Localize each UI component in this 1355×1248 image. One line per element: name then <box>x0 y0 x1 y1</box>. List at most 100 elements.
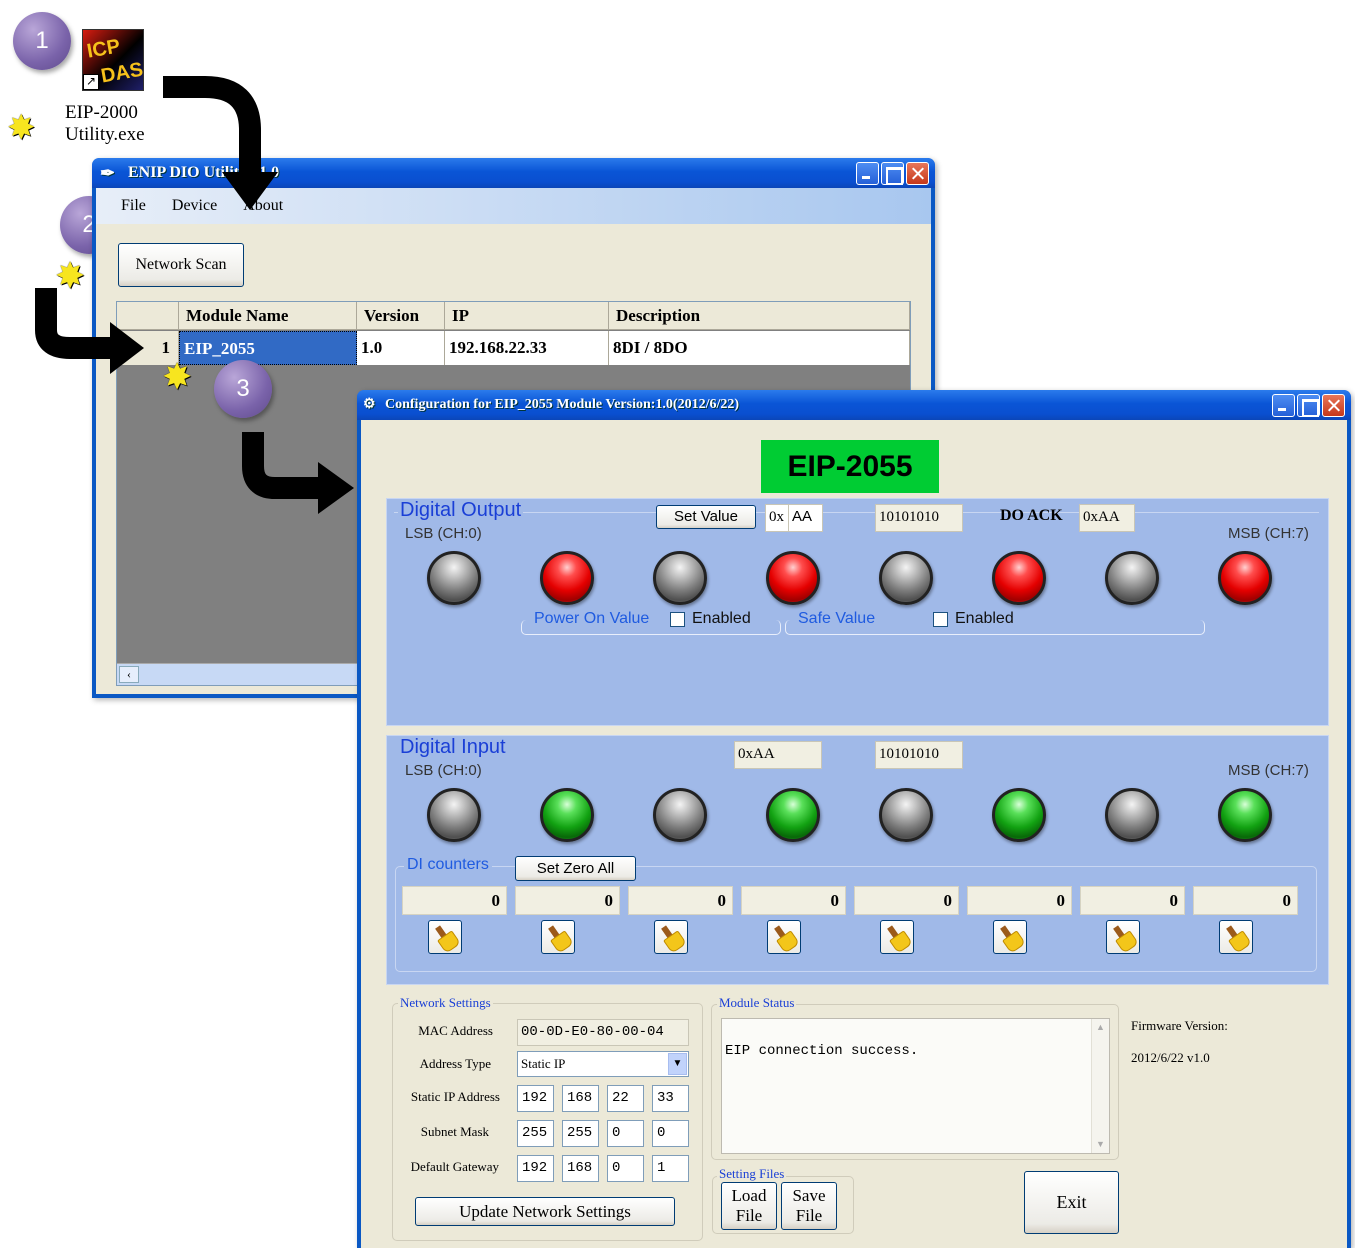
scroll-up-icon[interactable]: ▲ <box>1092 1019 1109 1036</box>
do-led-ch7[interactable] <box>1218 551 1272 605</box>
static-ip-label: Static IP Address <box>410 1089 500 1104</box>
model-badge: EIP-2055 <box>761 440 939 493</box>
di-counter-ch2: 0 <box>628 886 733 915</box>
set-zero-all-button[interactable]: Set Zero All <box>515 856 636 881</box>
step-badge-3: 3 <box>214 360 272 418</box>
di-counter-ch3: 0 <box>741 886 846 915</box>
di-hex-value: 0xAA <box>734 741 822 769</box>
safe-value-enabled-label: Enabled <box>955 610 1014 627</box>
do-led-ch4[interactable] <box>879 551 933 605</box>
load-file-button[interactable]: Load File <box>721 1182 777 1230</box>
di-counter-ch4: 0 <box>854 886 959 915</box>
di-msb-label: MSB (CH:7) <box>1228 762 1309 779</box>
di-led-ch6 <box>1105 788 1159 842</box>
di-binary-value: 10101010 <box>875 741 963 769</box>
do-hex-prefix: 0x <box>765 504 789 532</box>
do-lsb-label: LSB (CH:0) <box>405 525 482 542</box>
di-counter-ch7: 0 <box>1193 886 1298 915</box>
do-binary-value: 10101010 <box>875 504 963 532</box>
address-type-select[interactable]: Static IP ▼ <box>517 1051 689 1077</box>
gateway-octet-2[interactable]: 168 <box>562 1155 599 1182</box>
safe-value-checkbox[interactable] <box>933 612 948 627</box>
di-led-ch3 <box>766 788 820 842</box>
di-led-ch0 <box>427 788 481 842</box>
subnet-mask-octet-3[interactable]: 0 <box>607 1120 644 1147</box>
di-led-ch7 <box>1218 788 1272 842</box>
di-led-ch2 <box>653 788 707 842</box>
di-led-ch5 <box>992 788 1046 842</box>
set-value-button[interactable]: Set Value <box>656 505 756 529</box>
gateway-octet-1[interactable]: 192 <box>517 1155 554 1182</box>
do-led-ch0[interactable] <box>427 551 481 605</box>
power-on-label: Power On Value <box>532 610 652 628</box>
static-ip-octet-3[interactable]: 22 <box>607 1085 644 1112</box>
clear-counter-ch5-broom-icon[interactable] <box>993 920 1027 954</box>
clear-counter-ch6-broom-icon[interactable] <box>1106 920 1140 954</box>
network-settings-title: Network Settings <box>398 995 493 1011</box>
di-counter-ch0: 0 <box>402 886 507 915</box>
default-gateway-label: Default Gateway <box>410 1159 499 1174</box>
module-status-message: EIP connection success. <box>725 1043 919 1059</box>
gateway-octet-4[interactable]: 1 <box>652 1155 689 1182</box>
subnet-mask-label: Subnet Mask <box>420 1124 489 1139</box>
power-on-checkbox[interactable] <box>670 612 685 627</box>
config-maximize-button[interactable] <box>1297 394 1320 417</box>
update-network-settings-button[interactable]: Update Network Settings <box>415 1197 675 1226</box>
di-counter-ch6: 0 <box>1080 886 1185 915</box>
clear-counter-ch4-broom-icon[interactable] <box>880 920 914 954</box>
digital-input-title: Digital Input <box>398 736 508 759</box>
clear-counter-ch0-broom-icon[interactable] <box>428 920 462 954</box>
status-scrollbar[interactable]: ▲ ▼ <box>1091 1019 1109 1153</box>
di-counter-ch1: 0 <box>515 886 620 915</box>
setting-files-title: Setting Files <box>717 1166 787 1182</box>
click-star-icon-3: ✸ <box>162 357 193 397</box>
chevron-down-icon[interactable]: ▼ <box>668 1053 687 1075</box>
di-counter-ch5: 0 <box>967 886 1072 915</box>
click-star-icon-2: ✸ <box>55 256 86 296</box>
config-minimize-button[interactable] <box>1272 394 1295 417</box>
digital-output-title: Digital Output <box>398 499 524 522</box>
clear-counter-ch3-broom-icon[interactable] <box>767 920 801 954</box>
di-counters-label: DI counters <box>404 856 492 874</box>
di-led-ch4 <box>879 788 933 842</box>
clear-counter-ch1-broom-icon[interactable] <box>541 920 575 954</box>
do-panel-border <box>394 512 1319 513</box>
config-title-icon: ⚙ <box>363 397 376 412</box>
static-ip-octet-4[interactable]: 33 <box>652 1085 689 1112</box>
di-lsb-label: LSB (CH:0) <box>405 762 482 779</box>
gateway-octet-3[interactable]: 0 <box>607 1155 644 1182</box>
scroll-down-icon[interactable]: ▼ <box>1092 1136 1109 1153</box>
clear-counter-ch2-broom-icon[interactable] <box>654 920 688 954</box>
address-type-value: Static IP <box>521 1056 566 1071</box>
firmware-version-value: 2012/6/22 v1.0 <box>1131 1050 1210 1065</box>
do-led-ch3[interactable] <box>766 551 820 605</box>
clear-counter-ch7-broom-icon[interactable] <box>1219 920 1253 954</box>
do-ack-label: DO ACK <box>1000 507 1063 524</box>
di-counters-group <box>395 866 1317 972</box>
di-led-ch1 <box>540 788 594 842</box>
do-ack-value: 0xAA <box>1079 504 1135 532</box>
mac-address-value: 00-0D-E0-80-00-04 <box>517 1019 689 1046</box>
save-file-button[interactable]: Save File <box>781 1182 837 1230</box>
do-led-ch2[interactable] <box>653 551 707 605</box>
exit-button[interactable]: Exit <box>1024 1171 1119 1234</box>
do-led-ch5[interactable] <box>992 551 1046 605</box>
mac-address-label: MAC Address <box>418 1023 493 1038</box>
safe-value-label: Safe Value <box>796 610 878 628</box>
do-msb-label: MSB (CH:7) <box>1228 525 1309 542</box>
do-hex-input[interactable]: AA <box>789 504 823 532</box>
config-close-button[interactable] <box>1322 394 1345 417</box>
subnet-mask-octet-1[interactable]: 255 <box>517 1120 554 1147</box>
module-status-title: Module Status <box>717 995 797 1011</box>
address-type-label: Address Type <box>419 1056 491 1071</box>
static-ip-octet-2[interactable]: 168 <box>562 1085 599 1112</box>
module-status-log: EIP connection success. ▲ ▼ <box>721 1018 1110 1154</box>
subnet-mask-octet-4[interactable]: 0 <box>652 1120 689 1147</box>
config-window-title: ⚙ Configuration for EIP_2055 Module Vers… <box>357 390 1351 420</box>
power-on-enabled-label: Enabled <box>692 610 751 627</box>
subnet-mask-octet-2[interactable]: 255 <box>562 1120 599 1147</box>
firmware-version-label: Firmware Version: <box>1131 1018 1228 1033</box>
do-led-ch1[interactable] <box>540 551 594 605</box>
static-ip-octet-1[interactable]: 192 <box>517 1085 554 1112</box>
do-led-ch6[interactable] <box>1105 551 1159 605</box>
